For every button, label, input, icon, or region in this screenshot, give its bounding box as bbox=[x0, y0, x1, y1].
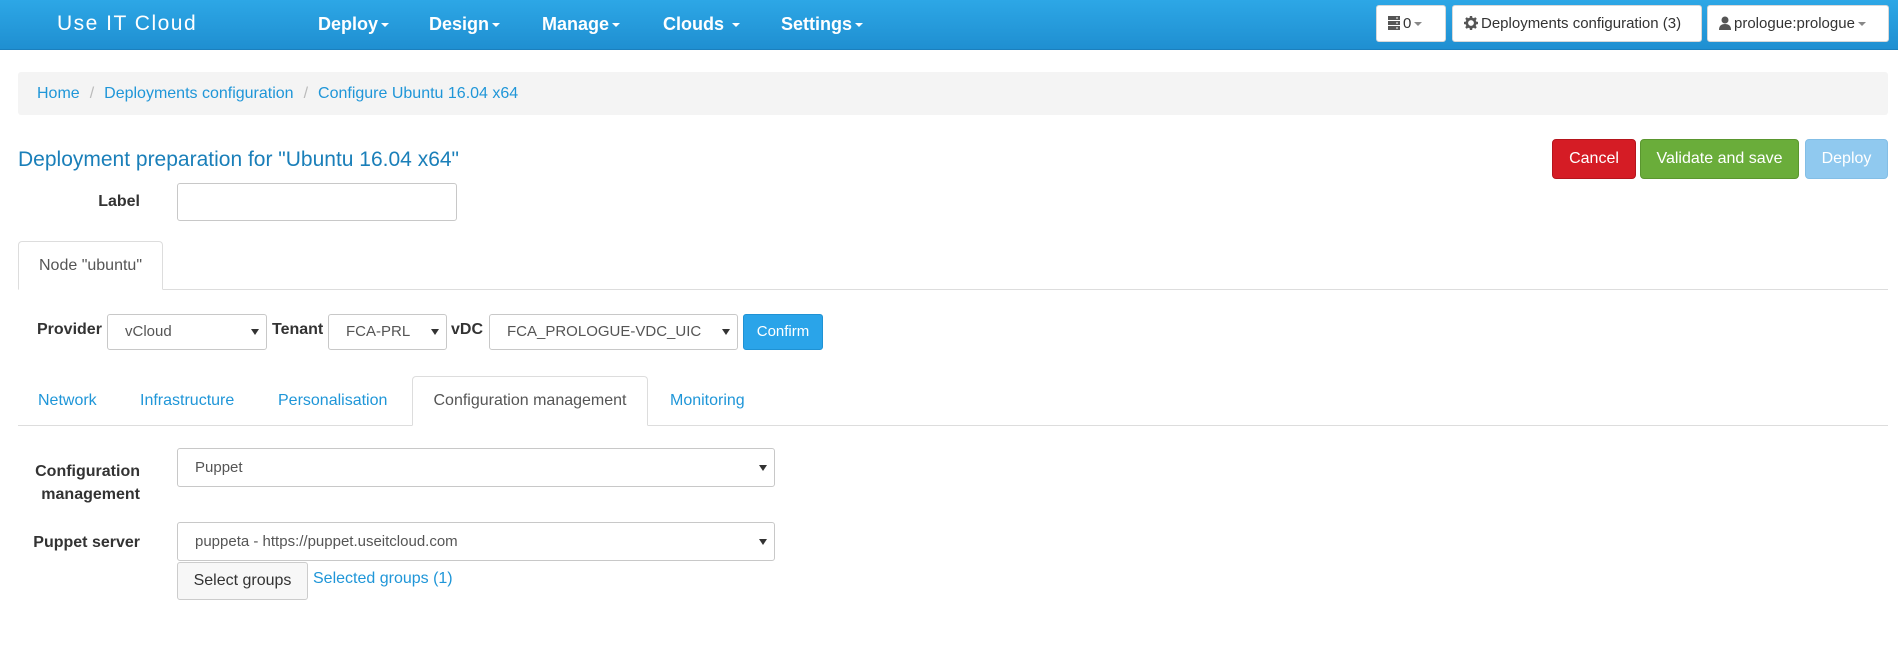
chevron-down-icon bbox=[759, 538, 767, 545]
select-groups-button[interactable]: Select groups bbox=[177, 562, 308, 600]
node-tabs-divider bbox=[18, 289, 1888, 290]
puppet-server-label: Puppet server bbox=[33, 534, 140, 551]
breadcrumb-separator: / bbox=[303, 85, 309, 102]
chevron-down-icon bbox=[431, 329, 439, 335]
chevron-down-icon bbox=[732, 23, 740, 28]
brand-logo[interactable]: Use IT Cloud bbox=[57, 12, 197, 36]
deploy-button[interactable]: Deploy bbox=[1805, 139, 1888, 179]
chevron-down-icon bbox=[855, 23, 864, 28]
menu-design-label: Design bbox=[429, 14, 490, 34]
menu-clouds-label: Clouds bbox=[663, 14, 724, 34]
puppet-server-value: puppeta - https://puppet.useitcloud.com bbox=[195, 533, 458, 550]
menu-design[interactable]: Design bbox=[429, 14, 501, 35]
tab-network[interactable]: Network bbox=[38, 392, 97, 410]
user-icon bbox=[1719, 16, 1731, 30]
chevron-down-icon bbox=[1414, 22, 1423, 27]
configuration-management-value: Puppet bbox=[195, 459, 243, 476]
menu-clouds[interactable]: Clouds bbox=[663, 14, 740, 35]
vdc-select[interactable]: FCA_PROLOGUE-VDC_UIC bbox=[489, 314, 738, 350]
label-field-label: Label bbox=[98, 193, 140, 210]
page-title: Deployment preparation for "Ubuntu 16.04… bbox=[18, 148, 460, 171]
deployments-configuration-label: Deployments configuration (3) bbox=[1481, 15, 1682, 32]
provider-label: Provider bbox=[37, 321, 102, 338]
breadcrumb-home[interactable]: Home bbox=[37, 85, 80, 102]
tab-infrastructure[interactable]: Infrastructure bbox=[140, 392, 234, 410]
menu-settings-label: Settings bbox=[781, 14, 853, 34]
menu-settings[interactable]: Settings bbox=[781, 14, 864, 35]
breadcrumb-separator: / bbox=[89, 85, 95, 102]
top-navbar: Use IT Cloud Deploy Design Manage Clouds… bbox=[0, 0, 1898, 50]
tenant-select[interactable]: FCA-PRL bbox=[328, 314, 447, 350]
selected-groups-link[interactable]: Selected groups (1) bbox=[313, 570, 453, 588]
label-input[interactable] bbox=[177, 183, 457, 221]
section-tabs-divider bbox=[18, 425, 1888, 426]
menu-deploy[interactable]: Deploy bbox=[318, 14, 390, 35]
configuration-management-label: Configuration management bbox=[20, 460, 140, 506]
deployments-configuration-button[interactable]: Deployments configuration (3) bbox=[1452, 5, 1702, 42]
configuration-management-label-line1: Configuration bbox=[35, 463, 140, 480]
gear-icon bbox=[1464, 16, 1478, 30]
tab-personalisation[interactable]: Personalisation bbox=[278, 392, 387, 410]
configuration-management-select[interactable]: Puppet bbox=[177, 448, 775, 487]
tenant-select-value: FCA-PRL bbox=[346, 323, 411, 340]
chevron-down-icon bbox=[759, 464, 767, 471]
menu-deploy-label: Deploy bbox=[318, 14, 379, 34]
user-name: prologue:prologue bbox=[1734, 15, 1855, 32]
breadcrumb-deployments-configuration[interactable]: Deployments configuration bbox=[104, 85, 293, 102]
chevron-down-icon bbox=[251, 329, 259, 335]
breadcrumb: Home / Deployments configuration / Configure… bbox=[18, 72, 1888, 115]
vdc-select-value: FCA_PROLOGUE-VDC_UIC bbox=[507, 323, 702, 340]
chevron-down-icon bbox=[381, 23, 390, 28]
servers-count: 0 bbox=[1403, 15, 1412, 32]
cancel-button[interactable]: Cancel bbox=[1552, 139, 1636, 179]
confirm-button[interactable]: Confirm bbox=[743, 314, 823, 350]
configuration-management-label-line2: management bbox=[41, 486, 140, 503]
menu-manage-label: Manage bbox=[542, 14, 610, 34]
servers-dropdown[interactable]: 0 bbox=[1376, 5, 1446, 42]
user-menu[interactable]: prologue:prologue bbox=[1707, 5, 1889, 42]
chevron-down-icon bbox=[612, 23, 621, 28]
tab-monitoring[interactable]: Monitoring bbox=[670, 392, 745, 410]
chevron-down-icon bbox=[492, 23, 501, 28]
chevron-down-icon bbox=[722, 329, 730, 335]
puppet-server-select[interactable]: puppeta - https://puppet.useitcloud.com bbox=[177, 522, 775, 561]
server-icon bbox=[1388, 16, 1400, 30]
tenant-label: Tenant bbox=[272, 321, 324, 338]
tab-node-ubuntu[interactable]: Node "ubuntu" bbox=[18, 241, 163, 290]
chevron-down-icon bbox=[1857, 22, 1866, 27]
validate-and-save-button[interactable]: Validate and save bbox=[1640, 139, 1799, 179]
menu-manage[interactable]: Manage bbox=[542, 14, 621, 35]
provider-select-value: vCloud bbox=[125, 323, 172, 340]
vdc-label: vDC bbox=[451, 321, 484, 338]
breadcrumb-configure-ubuntu[interactable]: Configure Ubuntu 16.04 x64 bbox=[318, 85, 518, 102]
provider-select[interactable]: vCloud bbox=[107, 314, 267, 350]
tab-configuration-management[interactable]: Configuration management bbox=[412, 376, 648, 426]
